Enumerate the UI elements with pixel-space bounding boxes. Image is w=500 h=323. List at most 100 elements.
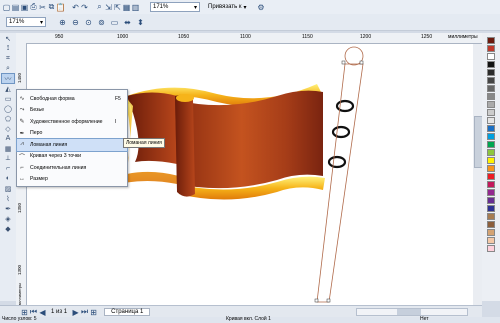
flyout-item-dimension[interactable]: ↔ Размер — [17, 174, 127, 186]
color-swatch[interactable] — [487, 165, 495, 172]
color-swatch[interactable] — [487, 141, 495, 148]
color-swatch[interactable] — [487, 109, 495, 116]
scroll-thumb[interactable] — [397, 309, 421, 315]
color-swatch[interactable] — [487, 61, 495, 68]
rectangle-tool-icon[interactable]: ▭ — [2, 94, 14, 103]
zoom-page-height-icon[interactable]: ⬍ — [136, 18, 145, 27]
search-content-icon[interactable]: ⌕ — [95, 2, 104, 12]
print-icon[interactable]: ⎙ — [29, 2, 38, 12]
smart-fill-icon[interactable]: ◭ — [2, 84, 14, 93]
add-page-after-icon[interactable]: ⊞ — [89, 308, 98, 317]
color-swatch[interactable] — [487, 221, 495, 228]
flyout-item-artistic-media[interactable]: ✎ Художественное оформление I — [17, 116, 127, 128]
next-page-icon[interactable]: ▶ — [71, 308, 80, 317]
ruler-tick: 1050 — [178, 34, 190, 40]
vertical-scrollbar[interactable] — [473, 44, 483, 305]
flyout-item-label: Перо — [30, 130, 43, 137]
chevron-down-icon: ▾ — [39, 19, 43, 26]
zoom-tool-icon[interactable]: ⌕ — [2, 64, 14, 73]
flyout-item-connector[interactable]: ⌐ Соединительная линия — [17, 162, 127, 174]
welcome-icon[interactable]: ▥ — [131, 3, 140, 12]
curve-tool-icon[interactable]: 〰 — [1, 73, 15, 84]
previous-page-icon[interactable]: ◀ — [38, 308, 47, 317]
ruler-tick: 1250 — [421, 34, 433, 40]
parallel-dimension-icon[interactable]: ⟂ — [2, 154, 14, 163]
zoom-out-icon[interactable]: ⊖ — [71, 18, 80, 27]
zoom-selected-icon[interactable]: ⊙ — [84, 18, 93, 27]
color-swatch[interactable] — [487, 173, 495, 180]
page-tab[interactable]: Страница 1 — [104, 308, 151, 316]
flyout-item-label: Соединительная линия — [30, 164, 87, 171]
color-swatch[interactable] — [487, 53, 495, 60]
flyout-item-three-point-curve[interactable]: ⌒ Кривая через 3 точки — [17, 151, 127, 163]
color-swatch[interactable] — [487, 77, 495, 84]
zoom-page-width-icon[interactable]: ⬌ — [123, 18, 132, 27]
settings-icon[interactable]: ⚙ — [257, 3, 266, 12]
undo-icon[interactable]: ↶ — [71, 3, 80, 12]
table-tool-icon[interactable]: ▦ — [2, 144, 14, 153]
polyline-icon: ⩘ — [20, 141, 24, 148]
last-page-icon[interactable]: ⏭ — [80, 307, 89, 317]
basic-shapes-icon[interactable]: ◇ — [2, 124, 14, 133]
color-swatch[interactable] — [487, 245, 495, 252]
paste-icon[interactable]: 📋 — [56, 3, 66, 12]
eyedropper-tool-icon[interactable]: ⌇ — [2, 194, 14, 203]
horizontal-scrollbar[interactable] — [356, 308, 468, 316]
flyout-item-polyline[interactable]: ⩘ Ломаная линия — [16, 138, 128, 152]
color-swatch[interactable] — [487, 149, 495, 156]
color-swatch[interactable] — [487, 181, 495, 188]
color-swatch[interactable] — [487, 213, 495, 220]
flyout-item-freehand[interactable]: ∿ Свободная форма F5 — [17, 93, 127, 105]
color-swatch[interactable] — [487, 197, 495, 204]
text-tool-icon[interactable]: A — [2, 134, 14, 143]
color-swatch[interactable] — [487, 157, 495, 164]
outline-pen-icon[interactable]: ✒ — [2, 204, 14, 213]
ruler-tick: 950 — [55, 34, 64, 40]
import-icon[interactable]: ⇲ — [104, 3, 113, 12]
flyout-item-label: Кривая через 3 точки — [30, 153, 81, 160]
color-swatch[interactable] — [487, 133, 495, 140]
color-swatch[interactable] — [487, 189, 495, 196]
transparency-tool-icon[interactable]: ▨ — [2, 184, 14, 193]
interactive-fill-icon[interactable]: ◆ — [2, 224, 14, 233]
color-swatch[interactable] — [487, 37, 495, 44]
save-icon[interactable]: ▣ — [20, 3, 29, 12]
fill-tool-icon[interactable]: ◈ — [2, 214, 14, 223]
color-swatch[interactable] — [487, 69, 495, 76]
color-swatch[interactable] — [487, 125, 495, 132]
zoom-level-value: 171% — [153, 4, 169, 10]
crop-tool-icon[interactable]: ⌗ — [2, 54, 14, 63]
zoom-in-icon[interactable]: ⊕ — [58, 18, 67, 27]
polygon-tool-icon[interactable]: ⬠ — [2, 114, 14, 123]
color-swatch[interactable] — [487, 101, 495, 108]
new-document-icon[interactable]: ▢ — [2, 3, 11, 12]
zoom-all-objects-icon[interactable]: ⊚ — [97, 18, 106, 27]
export-icon[interactable]: ⇱ — [113, 3, 122, 12]
color-swatch[interactable] — [487, 85, 495, 92]
color-swatch[interactable] — [487, 45, 495, 52]
color-swatch[interactable] — [487, 237, 495, 244]
dimension-icon: ↔ — [19, 176, 25, 183]
color-swatch[interactable] — [487, 229, 495, 236]
open-icon[interactable]: ▤ — [11, 3, 20, 12]
app-launcher-icon[interactable]: ▦ — [122, 3, 131, 12]
ruler-unit: миллиметры — [448, 34, 478, 40]
zoom-level-combo[interactable]: 171% ▾ — [150, 2, 200, 12]
zoom-levels-combo[interactable]: 171% ▾ — [6, 17, 46, 27]
color-swatch[interactable] — [487, 205, 495, 212]
flyout-item-pen[interactable]: ✒ Перо — [17, 128, 127, 140]
color-swatch[interactable] — [487, 93, 495, 100]
straight-connector-icon[interactable]: ⌐ — [2, 164, 14, 173]
cut-icon[interactable]: ✂ — [38, 3, 47, 12]
blend-tool-icon[interactable]: ◐ — [2, 174, 14, 183]
shape-tool-icon[interactable]: ⟟ — [2, 44, 14, 53]
ellipse-tool-icon[interactable]: ◯ — [2, 104, 14, 113]
horizontal-ruler[interactable]: 950 1000 1050 1100 1150 1200 1250 миллим… — [16, 33, 482, 44]
flyout-item-bezier[interactable]: ⤳ Безье — [17, 105, 127, 117]
pen-icon: ✒ — [19, 130, 25, 137]
zoom-page-icon[interactable]: ▭ — [110, 18, 119, 27]
snap-to-menu[interactable]: Привязать к ▾ — [208, 4, 247, 11]
color-swatch[interactable] — [487, 117, 495, 124]
pick-tool-icon[interactable]: ↖ — [2, 34, 14, 43]
redo-icon[interactable]: ↷ — [80, 3, 89, 12]
